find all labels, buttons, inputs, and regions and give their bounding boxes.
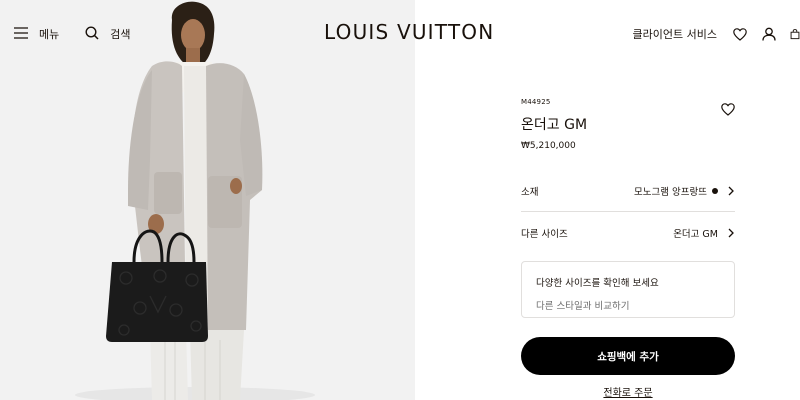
- product-info: M44925 온더고 GM ₩5,210,000: [521, 98, 735, 151]
- product-sku: M44925: [521, 98, 551, 106]
- material-value-wrap: 모노그램 앙프랑뜨: [634, 184, 735, 198]
- chevron-right-icon: [727, 228, 735, 238]
- other-size-value: 온더고 GM: [673, 229, 718, 240]
- bag-icon[interactable]: [790, 26, 800, 42]
- material-selector[interactable]: 소재 모노그램 앙프랑뜨: [521, 181, 735, 201]
- header-right: 클라이언트 서비스: [633, 24, 800, 44]
- add-to-bag-button[interactable]: 쇼핑백에 추가: [521, 337, 735, 375]
- brand-logo[interactable]: LOUIS VUITTON: [324, 20, 494, 44]
- search-label: 검색: [110, 28, 131, 41]
- size-compare-card[interactable]: 다양한 사이즈를 확인해 보세요 다른 스타일과 비교하기: [521, 261, 735, 318]
- menu-icon: [14, 26, 28, 42]
- material-label: 소재: [521, 187, 539, 198]
- size-compare-title: 다양한 사이즈를 확인해 보세요: [536, 278, 659, 289]
- product-name: 온더고 GM: [521, 117, 588, 133]
- client-services-link[interactable]: 클라이언트 서비스: [633, 26, 717, 42]
- product-price: ₩5,210,000: [521, 141, 576, 151]
- menu-button[interactable]: 메뉴: [14, 26, 59, 42]
- chevron-right-icon: [727, 186, 735, 196]
- search-icon: [85, 25, 99, 43]
- other-size-label: 다른 사이즈: [521, 229, 568, 240]
- material-swatch: [712, 188, 718, 194]
- divider: [521, 211, 735, 212]
- size-compare-subtitle: 다른 스타일과 비교하기: [536, 301, 630, 312]
- user-icon[interactable]: [761, 26, 777, 42]
- phone-order-link[interactable]: 전화로 주문: [521, 384, 735, 399]
- menu-label: 메뉴: [39, 28, 60, 41]
- other-size-value-wrap: 온더고 GM: [673, 226, 735, 240]
- heart-icon[interactable]: [732, 26, 748, 42]
- material-value: 모노그램 앙프랑뜨: [634, 187, 707, 198]
- wishlist-heart-icon[interactable]: [721, 101, 735, 116]
- other-size-selector[interactable]: 다른 사이즈 온더고 GM: [521, 223, 735, 243]
- header-left: 메뉴 검색: [14, 24, 131, 44]
- site-header: 메뉴 검색 LOUIS VUITTON 클라이언트 서비스: [0, 0, 800, 66]
- search-button[interactable]: 검색: [85, 25, 131, 43]
